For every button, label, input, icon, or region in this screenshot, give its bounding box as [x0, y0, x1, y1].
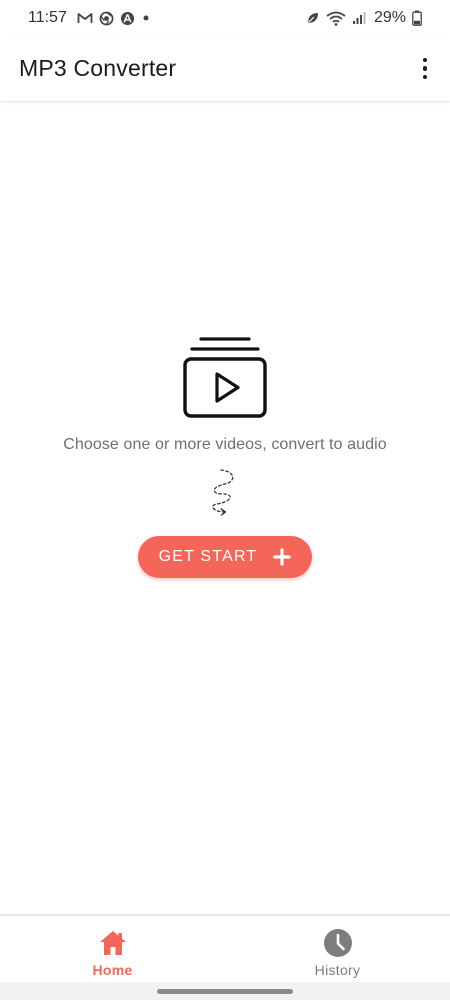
nav-label-home: Home — [92, 962, 133, 978]
gesture-handle[interactable] — [157, 989, 293, 994]
video-stack-icon — [183, 337, 267, 418]
bottom-navigation: Home History — [0, 914, 450, 984]
plus-icon — [273, 548, 292, 566]
dashed-arrow-icon — [212, 469, 234, 516]
wifi-icon — [326, 11, 346, 26]
status-left: 11:57 — [28, 9, 151, 27]
signal-icon — [352, 11, 366, 25]
status-time: 11:57 — [28, 9, 67, 26]
dot-icon — [141, 13, 151, 23]
accessibility-icon — [120, 11, 135, 26]
battery-icon — [412, 10, 422, 26]
chrome-icon — [99, 11, 114, 26]
empty-state: Choose one or more videos, convert to au… — [0, 330, 450, 578]
menu-dot — [422, 66, 428, 71]
get-start-button[interactable]: GET START — [138, 536, 312, 578]
nav-item-history[interactable]: History — [225, 916, 450, 984]
battery-percent: 29% — [373, 9, 406, 26]
home-icon — [99, 931, 126, 955]
gesture-area — [0, 982, 450, 1000]
empty-state-message: Choose one or more videos, convert to au… — [63, 436, 387, 453]
more-vert-icon[interactable] — [414, 51, 436, 87]
history-icon — [323, 929, 352, 957]
leaf-icon — [306, 11, 320, 25]
status-bar: 11:57 29% — [0, 0, 450, 36]
nav-item-home[interactable]: Home — [0, 916, 225, 984]
status-right: 29% — [306, 9, 422, 27]
menu-dot — [422, 57, 428, 63]
get-start-label: GET START — [158, 548, 258, 565]
app-title: MP3 Converter — [19, 55, 177, 81]
nav-label-history: History — [314, 962, 361, 978]
app-bar: MP3 Converter — [0, 36, 450, 102]
menu-dot — [422, 74, 428, 80]
gmail-icon — [77, 11, 93, 25]
